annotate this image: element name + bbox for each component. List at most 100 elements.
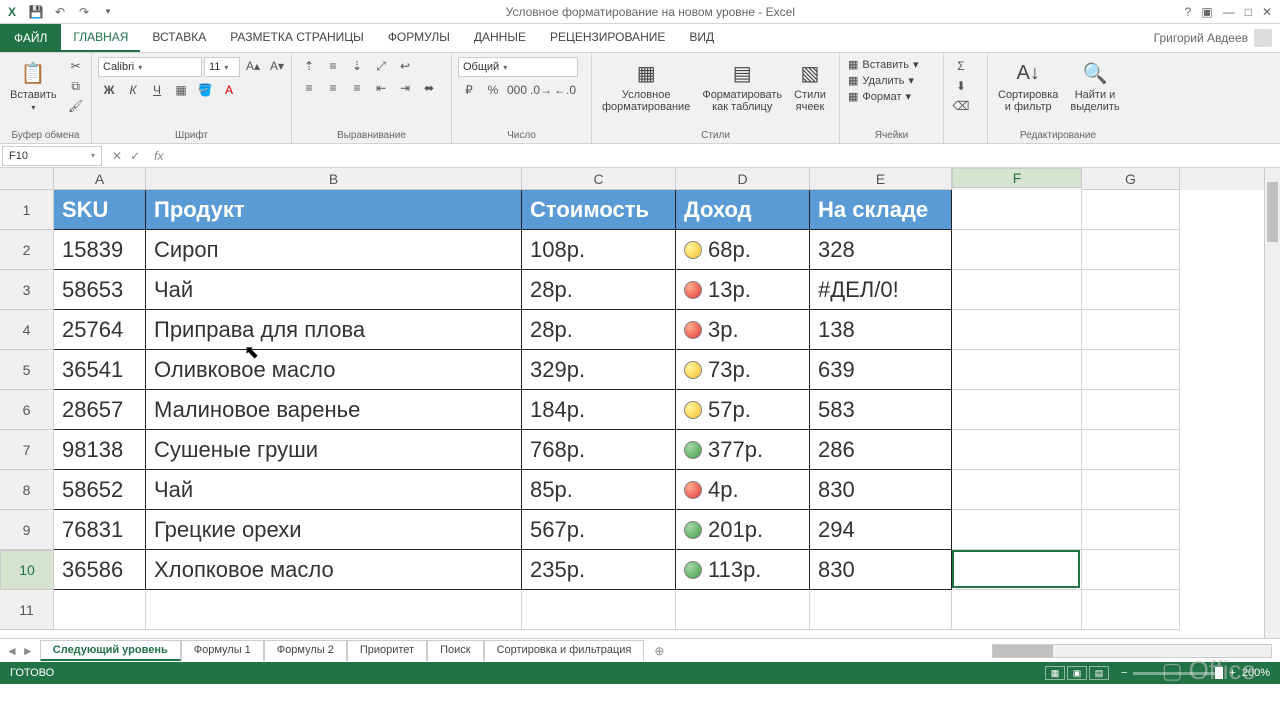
cell[interactable]: 28р. [522, 310, 676, 350]
format-as-table-button[interactable]: ▤Форматировать как таблицу [698, 57, 786, 115]
clear-icon[interactable]: ⌫ [950, 97, 972, 115]
minimize-icon[interactable]: — [1223, 5, 1235, 19]
cell-empty[interactable] [810, 590, 952, 630]
new-sheet-icon[interactable]: ⊕ [644, 644, 674, 658]
view-pagebreak-icon[interactable]: ▤ [1089, 666, 1109, 680]
tab-review[interactable]: РЕЦЕНЗИРОВАНИЕ [538, 24, 677, 52]
cell[interactable]: 108р. [522, 230, 676, 270]
cell[interactable]: Оливковое масло [146, 350, 522, 390]
currency-icon[interactable]: ₽ [458, 81, 480, 99]
undo-icon[interactable]: ↶ [52, 4, 68, 20]
row-header-6[interactable]: 6 [0, 390, 54, 430]
orientation-icon[interactable]: ⤢ [370, 57, 392, 75]
view-layout-icon[interactable]: ▣ [1067, 666, 1087, 680]
cell[interactable]: 58653 [54, 270, 146, 310]
paste-button[interactable]: 📋Вставить▾ [6, 57, 61, 114]
cell[interactable]: 28657 [54, 390, 146, 430]
copy-icon[interactable]: ⧉ [65, 77, 87, 95]
col-header-D[interactable]: D [676, 168, 810, 190]
cell[interactable]: 286 [810, 430, 952, 470]
cell[interactable]: 138 [810, 310, 952, 350]
row-header-11[interactable]: 11 [0, 590, 54, 630]
cell-empty[interactable] [952, 590, 1082, 630]
sheet-nav-prev-icon[interactable]: ◄ [6, 644, 18, 658]
tab-layout[interactable]: РАЗМЕТКА СТРАНИЦЫ [218, 24, 376, 52]
number-format-select[interactable]: Общий▾ [458, 57, 578, 77]
cell[interactable]: Приправа для плова [146, 310, 522, 350]
cell[interactable]: Сушеные груши [146, 430, 522, 470]
cell-empty[interactable] [952, 550, 1082, 590]
indent-inc-icon[interactable]: ⇥ [394, 79, 416, 97]
cell[interactable]: 28р. [522, 270, 676, 310]
row-header-9[interactable]: 9 [0, 510, 54, 550]
table-header[interactable]: Доход [676, 190, 810, 230]
tab-formulas[interactable]: ФОРМУЛЫ [376, 24, 462, 52]
view-normal-icon[interactable]: ▦ [1045, 666, 1065, 680]
cell[interactable]: 294 [810, 510, 952, 550]
tab-view[interactable]: ВИД [677, 24, 726, 52]
cell[interactable]: 15839 [54, 230, 146, 270]
user-label[interactable]: Григорий Авдеев [1146, 24, 1280, 52]
cell[interactable]: 235р. [522, 550, 676, 590]
cell-empty[interactable] [1082, 190, 1180, 230]
table-header[interactable]: На складе [810, 190, 952, 230]
sheet-tab[interactable]: Поиск [427, 640, 483, 661]
percent-icon[interactable]: % [482, 81, 504, 99]
fx-icon[interactable]: fx [148, 149, 169, 163]
cell-empty[interactable] [952, 390, 1082, 430]
find-select-button[interactable]: 🔍Найти и выделить [1066, 57, 1123, 115]
align-center-icon[interactable]: ≡ [322, 79, 344, 97]
cell[interactable]: Чай [146, 270, 522, 310]
table-header[interactable]: Стоимость [522, 190, 676, 230]
qat-dropdown-icon[interactable]: ▼ [100, 4, 116, 20]
cell[interactable]: 329р. [522, 350, 676, 390]
cell[interactable]: Сироп [146, 230, 522, 270]
cell[interactable]: 328 [810, 230, 952, 270]
row-header-4[interactable]: 4 [0, 310, 54, 350]
inc-decimal-icon[interactable]: .0→ [530, 81, 552, 99]
tab-data[interactable]: ДАННЫЕ [462, 24, 538, 52]
accept-formula-icon[interactable]: ✓ [130, 149, 140, 163]
help-icon[interactable]: ? [1185, 5, 1192, 19]
fill-icon[interactable]: ⬇ [950, 77, 972, 95]
tab-home[interactable]: ГЛАВНАЯ [61, 24, 140, 52]
format-painter-icon[interactable]: 🖌 [65, 97, 87, 115]
cell-empty[interactable] [952, 270, 1082, 310]
table-header[interactable]: Продукт [146, 190, 522, 230]
cell[interactable]: 85р. [522, 470, 676, 510]
cell[interactable]: Грецкие орехи [146, 510, 522, 550]
decrease-font-icon[interactable]: A▾ [266, 57, 288, 75]
cell[interactable]: 583 [810, 390, 952, 430]
cell-empty[interactable] [146, 590, 522, 630]
comma-icon[interactable]: 000 [506, 81, 528, 99]
fill-color-button[interactable]: 🪣 [194, 81, 216, 99]
cell[interactable]: 98138 [54, 430, 146, 470]
cut-icon[interactable]: ✂ [65, 57, 87, 75]
align-right-icon[interactable]: ≡ [346, 79, 368, 97]
cell-empty[interactable] [952, 310, 1082, 350]
sheet-tab[interactable]: Приоритет [347, 640, 427, 661]
cell[interactable]: 830 [810, 470, 952, 510]
cell[interactable]: 4р. [676, 470, 810, 510]
bold-button[interactable]: Ж [98, 81, 120, 99]
cell[interactable]: 73р. [676, 350, 810, 390]
indent-dec-icon[interactable]: ⇤ [370, 79, 392, 97]
dec-decimal-icon[interactable]: ←.0 [554, 81, 576, 99]
row-header-3[interactable]: 3 [0, 270, 54, 310]
cell[interactable]: #ДЕЛ/0! [810, 270, 952, 310]
close-icon[interactable]: ✕ [1262, 5, 1272, 19]
cell[interactable]: 25764 [54, 310, 146, 350]
cell-styles-button[interactable]: ▧Стили ячеек [790, 57, 830, 115]
cell-empty[interactable] [1082, 430, 1180, 470]
cell-empty[interactable] [1082, 470, 1180, 510]
align-middle-icon[interactable]: ≡ [322, 57, 344, 75]
cell-empty[interactable] [952, 230, 1082, 270]
cell[interactable]: Малиновое варенье [146, 390, 522, 430]
align-top-icon[interactable]: ⇡ [298, 57, 320, 75]
cell[interactable]: Хлопковое масло [146, 550, 522, 590]
cell[interactable]: 36541 [54, 350, 146, 390]
cell-empty[interactable] [1082, 350, 1180, 390]
vertical-scrollbar[interactable] [1264, 168, 1280, 638]
col-header-E[interactable]: E [810, 168, 952, 190]
underline-button[interactable]: Ч [146, 81, 168, 99]
